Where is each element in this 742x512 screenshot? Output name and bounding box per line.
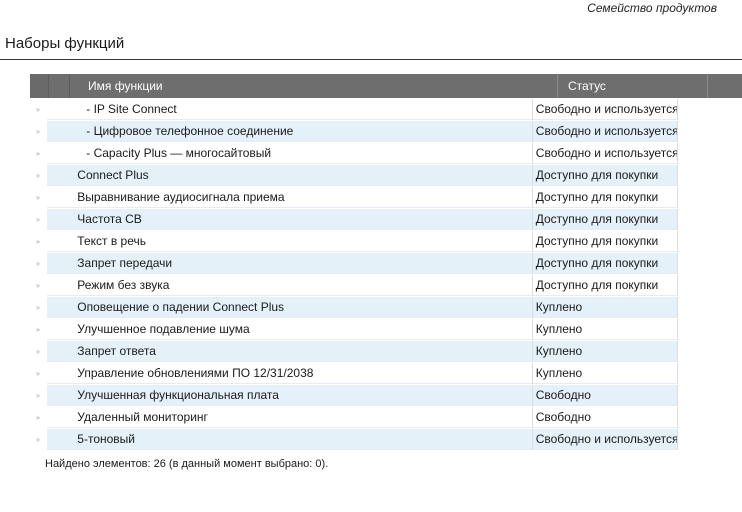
feature-status-cell: Доступно для покупки xyxy=(533,230,678,252)
row-expander-icon[interactable]: ▸ xyxy=(30,297,48,318)
table-row[interactable]: ▸ Connect Plus Доступно для покупки xyxy=(30,164,678,186)
grid-header: Имя функции Статус xyxy=(30,74,742,99)
table-row[interactable]: ▸ Удаленный мониторинг Свободно xyxy=(30,406,678,428)
feature-name-cell: Улучшенная функциональная плата xyxy=(66,384,533,406)
title-divider xyxy=(0,59,742,60)
row-expander-icon[interactable]: ▸ xyxy=(30,209,48,230)
feature-name-cell: Режим без звука xyxy=(66,274,533,296)
grid-rows: ▸ - IP Site Connect Свободно и используетс… xyxy=(30,98,678,450)
table-row[interactable]: ▸ Текст в речь Доступно для покупки xyxy=(30,230,678,252)
feature-status-cell: Свободно и используется xyxy=(533,428,678,450)
feature-name-cell: Улучшенное подавление шума xyxy=(66,318,533,340)
row-expander-icon[interactable]: ▸ xyxy=(30,187,48,208)
table-row[interactable]: ▸ Управление обновлениями ПО 12/31/2038 Ку… xyxy=(30,362,678,384)
feature-status-cell: Доступно для покупки xyxy=(533,252,678,274)
feature-status-cell: Доступно для покупки xyxy=(533,208,678,230)
table-row[interactable]: ▸ Запрет передачи Доступно для покупки xyxy=(30,252,678,274)
feature-name-cell: Оповещение о падении Connect Plus xyxy=(66,296,533,318)
feature-status-cell: Доступно для покупки xyxy=(533,164,678,186)
feature-status-cell: Свободно xyxy=(533,384,678,406)
row-expander-icon[interactable]: ▸ xyxy=(30,231,48,252)
feature-name-cell: Текст в речь xyxy=(66,230,533,252)
feature-status-cell: Свободно и используется xyxy=(533,120,678,142)
feature-name-cell: Частота CB xyxy=(66,208,533,230)
feature-name-cell: Управление обновлениями ПО 12/31/2038 xyxy=(66,362,533,384)
feature-grid: Имя функции Статус ▸ - IP Site Connect Сво… xyxy=(30,74,742,451)
header-expander-column xyxy=(30,74,49,98)
feature-status-cell: Куплено xyxy=(533,318,678,340)
column-header-name[interactable]: Имя функции xyxy=(70,74,558,98)
page-title: Наборы функций xyxy=(5,35,125,52)
feature-name-cell: - Capacity Plus — многосайтовый xyxy=(66,142,533,164)
table-row[interactable]: ▸ Выравнивание аудиосигнала приема Доступн… xyxy=(30,186,678,208)
table-row[interactable]: ▸ Улучшенное подавление шума Куплено xyxy=(30,318,678,340)
table-row[interactable]: ▸ - IP Site Connect Свободно и используетс… xyxy=(30,98,678,120)
row-expander-icon[interactable]: ▸ xyxy=(30,407,48,428)
column-header-status[interactable]: Статус xyxy=(558,74,708,98)
feature-name-cell: Запрет ответа xyxy=(66,340,533,362)
product-family-link[interactable]: Семейство продуктов xyxy=(587,1,717,15)
feature-name-cell: - IP Site Connect xyxy=(66,98,533,120)
feature-name-cell: - Цифровое телефонное соединение xyxy=(66,120,533,142)
table-row[interactable]: ▸ Режим без звука Доступно для покупки xyxy=(30,274,678,296)
row-expander-icon[interactable]: ▸ xyxy=(30,143,48,164)
table-row[interactable]: ▸ Частота CB Доступно для покупки xyxy=(30,208,678,230)
row-expander-icon[interactable]: ▸ xyxy=(30,121,48,142)
feature-status-cell: Свободно и используется xyxy=(533,98,678,120)
feature-status-cell: Куплено xyxy=(533,340,678,362)
table-row[interactable]: ▸ 5-тоновый Свободно и используется xyxy=(30,428,678,450)
feature-status-cell: Свободно и используется xyxy=(533,142,678,164)
row-expander-icon[interactable]: ▸ xyxy=(30,319,48,340)
row-expander-icon[interactable]: ▸ xyxy=(30,341,48,362)
feature-status-cell: Доступно для покупки xyxy=(533,274,678,296)
feature-name-cell: Выравнивание аудиосигнала приема xyxy=(66,186,533,208)
feature-status-cell: Свободно xyxy=(533,406,678,428)
row-expander-icon[interactable]: ▸ xyxy=(30,99,48,120)
feature-name-cell: 5-тоновый xyxy=(66,428,533,450)
row-expander-icon[interactable]: ▸ xyxy=(30,429,48,450)
feature-status-cell: Куплено xyxy=(533,296,678,318)
table-row[interactable]: ▸ Оповещение о падении Connect Plus Куплен… xyxy=(30,296,678,318)
feature-name-cell: Connect Plus xyxy=(66,164,533,186)
row-expander-icon[interactable]: ▸ xyxy=(30,165,48,186)
table-row[interactable]: ▸ Запрет ответа Куплено xyxy=(30,340,678,362)
row-expander-icon[interactable]: ▸ xyxy=(30,385,48,406)
feature-name-cell: Удаленный мониторинг xyxy=(66,406,533,428)
table-row[interactable]: ▸ - Цифровое телефонное соединение Свободн… xyxy=(30,120,678,142)
table-row[interactable]: ▸ Улучшенная функциональная плата Свободно xyxy=(30,384,678,406)
row-expander-icon[interactable]: ▸ xyxy=(30,363,48,384)
row-expander-icon[interactable]: ▸ xyxy=(30,275,48,296)
feature-name-cell: Запрет передачи xyxy=(66,252,533,274)
row-expander-icon[interactable]: ▸ xyxy=(30,253,48,274)
feature-status-cell: Доступно для покупки xyxy=(533,186,678,208)
feature-status-cell: Куплено xyxy=(533,362,678,384)
item-count-status: Найдено элементов: 26 (в данный момент в… xyxy=(45,458,329,470)
table-row[interactable]: ▸ - Capacity Plus — многосайтовый Свободно… xyxy=(30,142,678,164)
header-indent-column xyxy=(49,74,70,98)
header-filler xyxy=(708,74,742,98)
